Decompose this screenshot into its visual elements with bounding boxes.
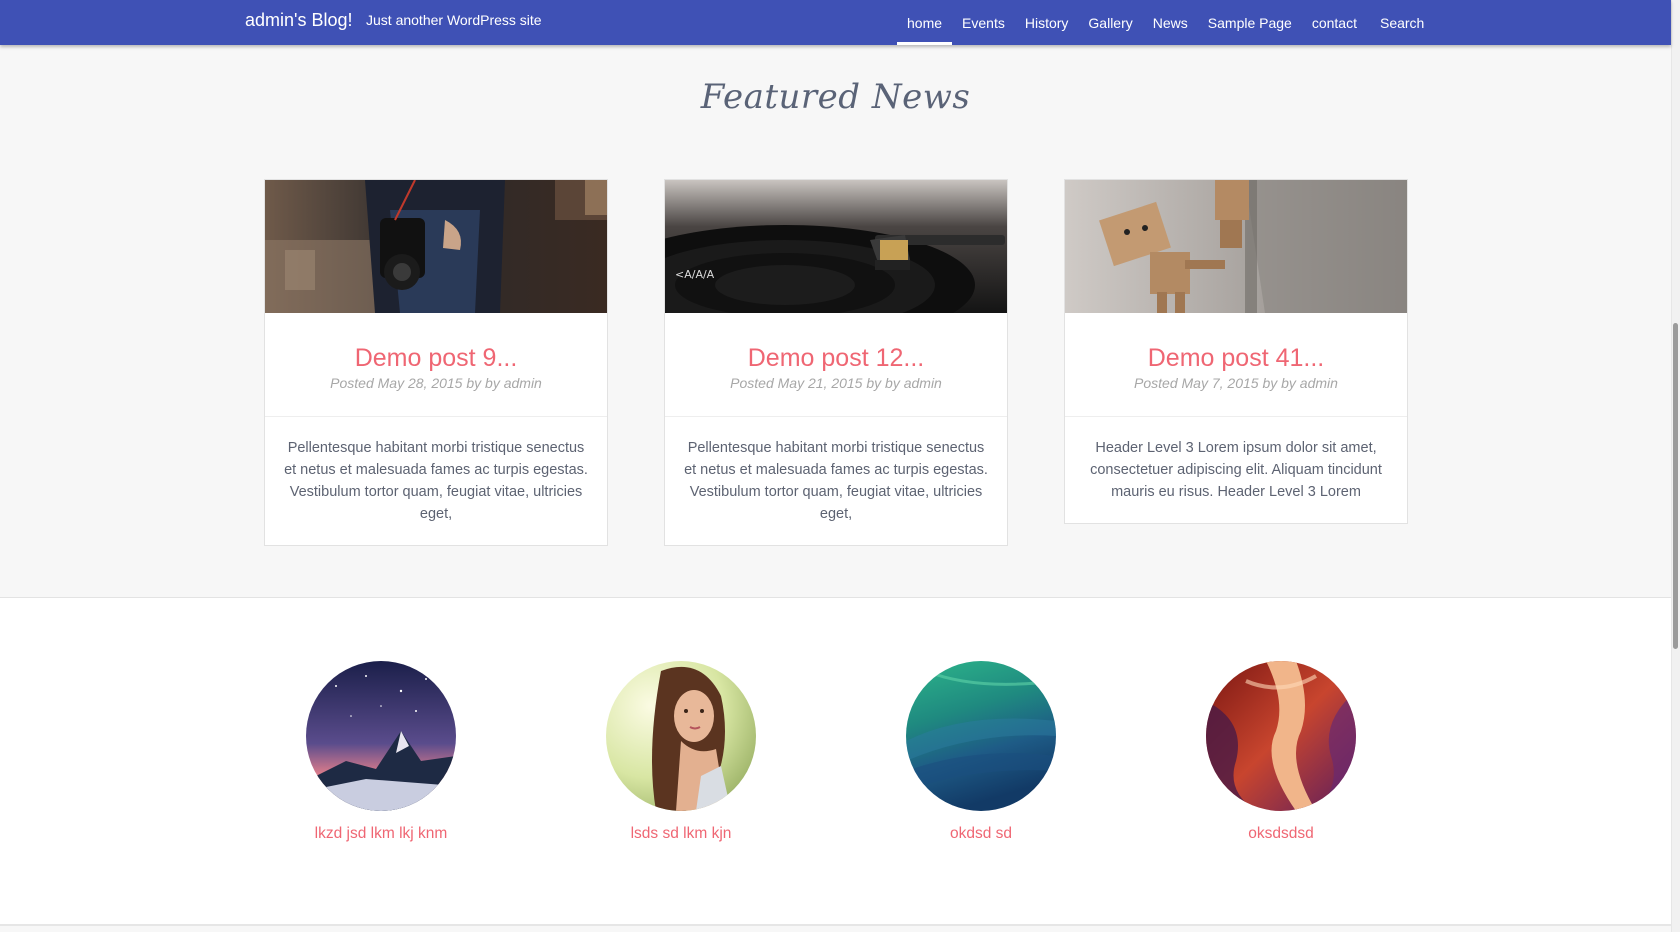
feature-item: lkzd jsd lkm lkj knm — [281, 661, 481, 843]
nav-item-news[interactable]: News — [1143, 0, 1198, 45]
post-card: <A/A/A Demo post 12... Posted May 21, 20… — [664, 179, 1008, 546]
top-navigation-bar: admin's Blog! Just another WordPress sit… — [0, 0, 1671, 45]
nav-item-gallery[interactable]: Gallery — [1078, 0, 1142, 45]
nav-item-events[interactable]: Events — [952, 0, 1015, 45]
feature-item: lsds sd lkm kjn — [581, 661, 781, 843]
post-title[interactable]: Demo post 41... — [1065, 313, 1407, 373]
post-excerpt: Header Level 3 Lorem ipsum dolor sit ame… — [1090, 440, 1382, 500]
feature-label[interactable]: lkzd jsd lkm lkj knm — [281, 825, 481, 843]
post-thumbnail-turntable[interactable]: <A/A/A — [665, 180, 1007, 313]
feature-label[interactable]: lsds sd lkm kjn — [581, 825, 781, 843]
scrollbar-thumb[interactable] — [1673, 323, 1678, 649]
post-thumbnail-cardboard-robot[interactable] — [1065, 180, 1407, 313]
feature-image-mountain[interactable] — [306, 661, 456, 811]
feature-item: okdsd sd — [881, 661, 1081, 843]
post-title[interactable]: Demo post 12... — [665, 313, 1007, 373]
post-thumbnail-photographer[interactable] — [265, 180, 607, 313]
footer-divider — [0, 924, 1671, 926]
feature-label[interactable]: oksdsdsd — [1181, 825, 1381, 843]
post-meta: Posted May 28, 2015 by by admin — [330, 375, 542, 391]
post-title[interactable]: Demo post 9... — [265, 313, 607, 373]
site-title[interactable]: admin's Blog! — [245, 9, 353, 31]
nav-item-contact[interactable]: contact — [1302, 0, 1367, 45]
feature-image-wave[interactable] — [906, 661, 1056, 811]
post-excerpt: Pellentesque habitant morbi tristique se… — [284, 440, 588, 522]
features-section: lkzd jsd lkm lkj knm lsds sd lkm kjn okd… — [0, 598, 1671, 924]
nav-item-history[interactable]: History — [1015, 0, 1079, 45]
post-card: Demo post 41... Posted May 7, 2015 by by… — [1064, 179, 1408, 524]
search-input[interactable]: Search — [1367, 0, 1434, 45]
section-title: Featured News — [700, 77, 971, 117]
post-excerpt: Pellentesque habitant morbi tristique se… — [684, 440, 988, 522]
feature-image-canyon[interactable] — [1206, 661, 1356, 811]
feature-image-portrait[interactable] — [606, 661, 756, 811]
featured-news-section: Featured News Demo post 9... Posted May … — [0, 45, 1671, 597]
feature-item: oksdsdsd — [1181, 661, 1381, 843]
nav-item-sample-page[interactable]: Sample Page — [1198, 0, 1302, 45]
feature-label[interactable]: okdsd sd — [881, 825, 1081, 843]
post-card: Demo post 9... Posted May 28, 2015 by by… — [264, 179, 608, 546]
post-meta: Posted May 21, 2015 by by admin — [730, 375, 942, 391]
main-nav: home Events History Gallery News Sample … — [897, 0, 1434, 45]
post-meta: Posted May 7, 2015 by by admin — [1134, 375, 1338, 391]
site-tagline: Just another WordPress site — [366, 12, 542, 28]
nav-item-home[interactable]: home — [897, 0, 953, 45]
svg-text:<A/A/A: <A/A/A — [675, 268, 715, 281]
